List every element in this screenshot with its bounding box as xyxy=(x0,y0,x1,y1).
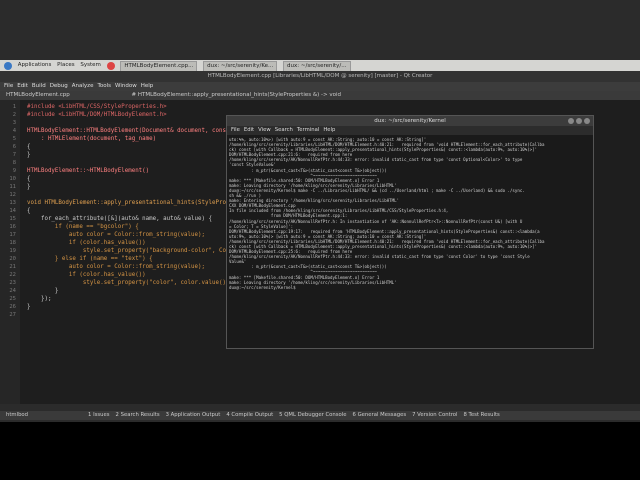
code-line[interactable]: for_each_attribute([&](auto& name, auto&… xyxy=(27,216,212,222)
output-tab-6[interactable]: 6 General Messages xyxy=(353,412,407,418)
taskbar-item-terminal1[interactable]: dux: ~/src/serenity/Ke... xyxy=(203,60,278,71)
code-line[interactable]: } xyxy=(27,184,31,190)
line-number: 18 xyxy=(9,240,16,246)
editor-toolbar: HTMLBodyElement.cpp # HTMLBodyElement::a… xyxy=(0,91,640,100)
code-line[interactable]: if (color.has_value()) xyxy=(27,240,146,246)
terminal-menu-view[interactable]: View xyxy=(258,127,271,133)
line-number: 13 xyxy=(9,200,16,206)
gnome-top-panel: Applications Places System HTMLBodyEleme… xyxy=(0,60,640,71)
line-number: 19 xyxy=(9,248,16,254)
window-title: HTMLBodyElement.cpp [Libraries/LibHTML/D… xyxy=(0,71,640,82)
line-number: 16 xyxy=(9,224,16,230)
code-line[interactable]: } else if (name == "text") { xyxy=(27,256,153,262)
code-line[interactable]: style.set_property("color", color.value(… xyxy=(27,280,233,286)
menu-item-analyze[interactable]: Analyze xyxy=(72,83,94,89)
code-line[interactable]: { xyxy=(27,144,31,150)
desktop-screen: Applications Places System HTMLBodyEleme… xyxy=(0,0,640,422)
letterbox-bottom xyxy=(0,422,640,480)
code-line[interactable]: #include <LibHTML/DOM/HTMLBodyElement.h> xyxy=(27,112,167,118)
output-tab-7[interactable]: 7 Version Control xyxy=(412,412,457,418)
terminal-menu-edit[interactable]: Edit xyxy=(244,127,254,133)
current-file-indicator[interactable]: htmlbod xyxy=(6,412,28,418)
taskbar-item-terminal2[interactable]: dux: ~/src/serenity/... xyxy=(283,60,351,71)
menu-item-tools[interactable]: Tools xyxy=(97,83,111,89)
code-line[interactable]: : HTMLElement(document, tag_name) xyxy=(27,136,156,142)
line-number: 10 xyxy=(9,176,16,182)
terminal-menu-bar: File Edit View Search Terminal Help xyxy=(227,126,593,135)
file-selector[interactable]: HTMLBodyElement.cpp xyxy=(6,92,70,98)
line-number: 17 xyxy=(9,232,16,238)
places-menu[interactable]: Places xyxy=(57,60,75,71)
terminal-menu-help[interactable]: Help xyxy=(323,127,335,133)
code-line[interactable]: } xyxy=(27,152,31,158)
app-menu-icon[interactable] xyxy=(4,61,12,70)
code-line[interactable]: } xyxy=(27,288,59,294)
line-number: 8 xyxy=(12,160,16,166)
browser-icon[interactable] xyxy=(106,61,115,70)
maximize-icon[interactable] xyxy=(576,118,582,124)
applications-menu[interactable]: Applications xyxy=(18,60,52,71)
terminal-menu-file[interactable]: File xyxy=(231,127,240,133)
code-line[interactable]: { xyxy=(27,176,31,182)
code-line[interactable]: }); xyxy=(27,296,51,302)
output-tab-8[interactable]: 8 Test Results xyxy=(463,412,499,418)
system-menu[interactable]: System xyxy=(80,60,101,71)
line-number: 24 xyxy=(9,288,16,294)
line-number: 22 xyxy=(9,272,16,278)
line-number: 25 xyxy=(9,296,16,302)
menu-item-file[interactable]: File xyxy=(4,83,13,89)
menu-item-help[interactable]: Help xyxy=(141,83,154,89)
output-tab-2[interactable]: 2 Search Results xyxy=(116,412,160,418)
code-line[interactable]: auto color = Color::from_string(value); xyxy=(27,264,205,270)
line-number: 7 xyxy=(12,152,16,158)
code-line[interactable]: HTMLBodyElement::~HTMLBodyElement() xyxy=(27,168,149,174)
line-number: 26 xyxy=(9,304,16,310)
terminal-title: dux: ~/src/serenity/Kernel xyxy=(374,118,446,124)
line-number: 11 xyxy=(9,184,16,190)
close-icon[interactable] xyxy=(584,118,590,124)
code-line[interactable]: } xyxy=(27,304,31,310)
menu-item-debug[interactable]: Debug xyxy=(50,83,68,89)
minimize-icon[interactable] xyxy=(568,118,574,124)
code-line[interactable]: if (color.has_value()) xyxy=(27,272,146,278)
terminal-output[interactable]: uto:%%, auto:10%>) [with auto:9 = const … xyxy=(229,137,589,346)
output-tab-4[interactable]: 4 Compile Output xyxy=(226,412,273,418)
output-tab-1[interactable]: 1 Issues xyxy=(88,412,110,418)
line-number: 15 xyxy=(9,216,16,222)
terminal-menu-terminal[interactable]: Terminal xyxy=(297,127,319,133)
line-number: 23 xyxy=(9,280,16,286)
code-line[interactable]: { xyxy=(27,208,31,214)
menu-bar: File Edit Build Debug Analyze Tools Window Help xyxy=(0,82,640,91)
line-number: 14 xyxy=(9,208,16,214)
line-number: 2 xyxy=(12,112,16,118)
menu-item-window[interactable]: Window xyxy=(115,83,137,89)
code-line[interactable]: #include <LibHTML/CSS/StyleProperties.h> xyxy=(27,104,167,110)
terminal-menu-search[interactable]: Search xyxy=(275,127,293,133)
output-tab-5[interactable]: 5 QML Debugger Console xyxy=(279,412,346,418)
terminal-window[interactable]: dux: ~/src/serenity/Kernel File Edit View S… xyxy=(226,115,594,349)
menu-item-edit[interactable]: Edit xyxy=(17,83,28,89)
line-number: 3 xyxy=(12,120,16,126)
symbol-selector[interactable]: # HTMLBodyElement::apply_presentational_… xyxy=(131,92,341,98)
line-number: 27 xyxy=(9,312,16,318)
menu-item-build[interactable]: Build xyxy=(32,83,46,89)
line-number: 6 xyxy=(12,144,16,150)
line-number: 21 xyxy=(9,264,16,270)
line-number: 4 xyxy=(12,128,16,134)
line-number-gutter: 1 2 3 4 5 6 7 8 9 10 11 12 13 14 15 16 17 18 19 20 21 22 23 24 2… xyxy=(0,100,20,404)
line-number: 5 xyxy=(12,136,16,142)
code-line[interactable]: if (name == "bgcolor") { xyxy=(27,224,139,230)
output-tab-3[interactable]: 3 Application Output xyxy=(166,412,221,418)
line-number: 20 xyxy=(9,256,16,262)
output-pane-tabs: htmlbod 1 Issues 2 Search Results 3 Applica… xyxy=(0,411,640,420)
line-number: 9 xyxy=(12,168,16,174)
line-number: 12 xyxy=(9,192,16,198)
line-number: 1 xyxy=(12,104,16,110)
code-line[interactable]: auto color = Color::from_string(value); xyxy=(27,232,205,238)
terminal-titlebar: dux: ~/src/serenity/Kernel xyxy=(227,116,593,126)
taskbar-item-qtcreator[interactable]: HTMLBodyElement.cpp... xyxy=(120,60,198,71)
